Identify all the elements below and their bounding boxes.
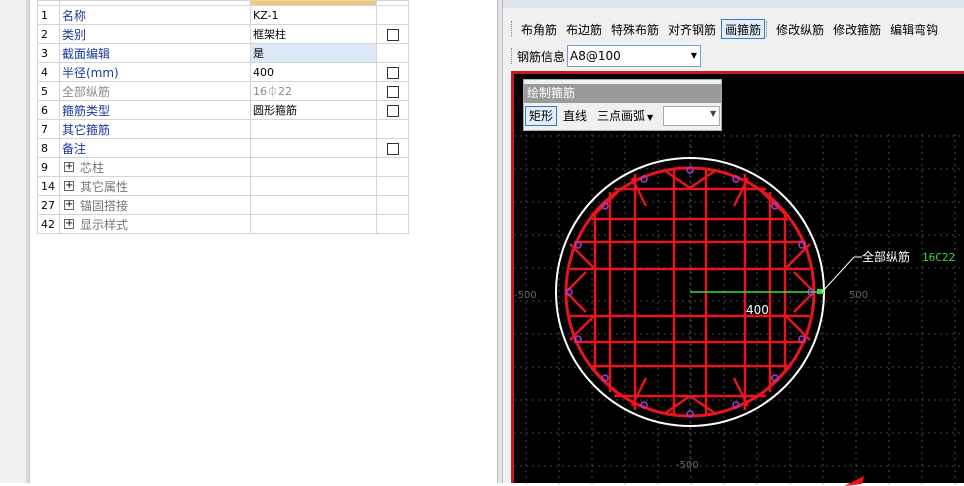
checkbox[interactable] xyxy=(386,66,399,79)
partial-marker xyxy=(844,476,864,486)
line-button[interactable]: 直线 xyxy=(559,106,591,126)
axis-label-left: -500 xyxy=(514,290,537,301)
arc-option-select[interactable]: ▼ xyxy=(663,106,721,126)
section-editor-panel: 布角筋 布边筋 特殊布筋 对齐钢筋 画箍筋 修改纵筋 修改箍筋 编辑弯钩 钢筋信… xyxy=(503,0,964,486)
table-row[interactable]: 8 备注 xyxy=(37,138,409,158)
group-row-display-style[interactable]: 42 + 显示样式 xyxy=(37,214,409,234)
group-row-core-column[interactable]: 9 + 芯柱 xyxy=(37,157,409,177)
drawing-canvas[interactable]: -500 500 -500 400 全部纵筋 16C22 绘制箍筋 矩形 直线 … xyxy=(511,71,964,486)
property-value[interactable] xyxy=(250,138,377,158)
toolbar-grip xyxy=(511,48,512,64)
rebar-info-toolbar: 钢筋信息 A8@100 ▼ xyxy=(511,44,702,68)
edge-rebar-button[interactable]: 布边筋 xyxy=(562,19,606,39)
expand-plus-icon[interactable]: + xyxy=(64,181,74,191)
chevron-down-icon: ▼ xyxy=(690,51,698,60)
annotation-label[interactable]: 全部纵筋 xyxy=(862,249,910,264)
axis-label-right: 500 xyxy=(849,290,868,301)
axis-label-bottom: -500 xyxy=(676,460,699,471)
grid-lines xyxy=(514,134,964,486)
expand-plus-icon[interactable]: + xyxy=(64,200,74,210)
property-value[interactable]: KZ-1 xyxy=(250,5,377,25)
property-table: 1 名称 KZ-1 2 类别 框架柱 3 截面编辑 是 4 半径(mm) 400… xyxy=(37,0,409,234)
rebar-info-label: 钢筋信息 xyxy=(517,49,566,64)
toolbar-grip xyxy=(511,21,512,37)
property-value[interactable]: 16⏀22 xyxy=(250,81,377,101)
table-row[interactable]: 2 类别 框架柱 xyxy=(37,24,409,44)
property-value[interactable]: 框架柱 xyxy=(250,24,377,44)
corner-rebar-button[interactable]: 布角筋 xyxy=(517,19,561,39)
property-value[interactable]: 是 xyxy=(250,43,377,63)
property-name: 备注 xyxy=(59,138,251,158)
property-name: 名称 xyxy=(59,5,251,25)
rebar-info-select[interactable]: A8@100 ▼ xyxy=(567,45,702,67)
group-row-anchorage[interactable]: 27 + 锚固搭接 xyxy=(37,195,409,215)
caret-down-icon: ▼ xyxy=(647,113,654,122)
table-row-selected[interactable]: 3 截面编辑 是 xyxy=(37,43,409,63)
align-rebar-button[interactable]: 对齐钢筋 xyxy=(664,19,720,39)
table-row[interactable]: 4 半径(mm) 400 xyxy=(37,62,409,82)
special-rebar-button[interactable]: 特殊布筋 xyxy=(607,19,663,39)
edit-hook-button[interactable]: 编辑弯钩 xyxy=(886,19,942,39)
radius-dimension-text[interactable]: 400 xyxy=(746,303,769,317)
property-name: 全部纵筋 xyxy=(59,81,251,101)
three-point-arc-button[interactable]: 三点画弧 ▼ xyxy=(593,106,657,126)
checkbox[interactable] xyxy=(386,142,399,155)
group-row-other-properties[interactable]: 14 + 其它属性 xyxy=(37,176,409,196)
property-name: 类别 xyxy=(59,24,251,44)
table-row[interactable]: 5 全部纵筋 16⏀22 xyxy=(37,81,409,101)
draw-stirrup-button[interactable]: 画箍筋 xyxy=(721,19,766,39)
modify-stirrup-button[interactable]: 修改箍筋 xyxy=(829,19,885,39)
draw-stirrup-panel: 绘制箍筋 矩形 直线 三点画弧 ▼ ▼ xyxy=(523,79,722,131)
chevron-down-icon: ▼ xyxy=(710,109,717,118)
annotation-value[interactable]: 16C22 xyxy=(922,251,955,264)
table-row[interactable]: 7 其它箍筋 xyxy=(37,119,409,139)
checkbox[interactable] xyxy=(386,85,399,98)
left-panel-strip xyxy=(0,0,30,483)
property-value[interactable]: 400 xyxy=(250,62,377,82)
property-name: 箍筋类型 xyxy=(59,100,251,120)
property-value[interactable]: 圆形箍筋 xyxy=(250,100,377,120)
table-row[interactable]: 6 箍筋类型 圆形箍筋 xyxy=(37,100,409,120)
rectangle-button[interactable]: 矩形 xyxy=(525,106,558,126)
rebar-toolbar: 布角筋 布边筋 特殊布筋 对齐钢筋 画箍筋 修改纵筋 修改箍筋 编辑弯钩 xyxy=(511,18,943,40)
table-row[interactable]: 1 名称 KZ-1 xyxy=(37,5,409,25)
modify-longitudinal-button[interactable]: 修改纵筋 xyxy=(772,19,828,39)
expand-plus-icon[interactable]: + xyxy=(64,219,74,229)
annotation-leader xyxy=(821,256,855,293)
checkbox[interactable] xyxy=(386,104,399,117)
section-drawing[interactable]: -500 500 -500 400 全部纵筋 16C22 xyxy=(514,74,964,486)
property-name: 其它箍筋 xyxy=(59,119,251,139)
draw-stirrup-title: 绘制箍筋 xyxy=(524,84,721,103)
property-name: 半径(mm) xyxy=(59,62,251,82)
section-editor-titlebar xyxy=(503,0,964,8)
property-name: 截面编辑 xyxy=(59,43,251,63)
expand-plus-icon[interactable]: + xyxy=(64,162,74,172)
property-value[interactable] xyxy=(250,119,377,139)
toolbar-separator xyxy=(766,21,768,37)
checkbox[interactable] xyxy=(386,28,399,41)
left-panel-scrollbar[interactable] xyxy=(26,0,29,483)
